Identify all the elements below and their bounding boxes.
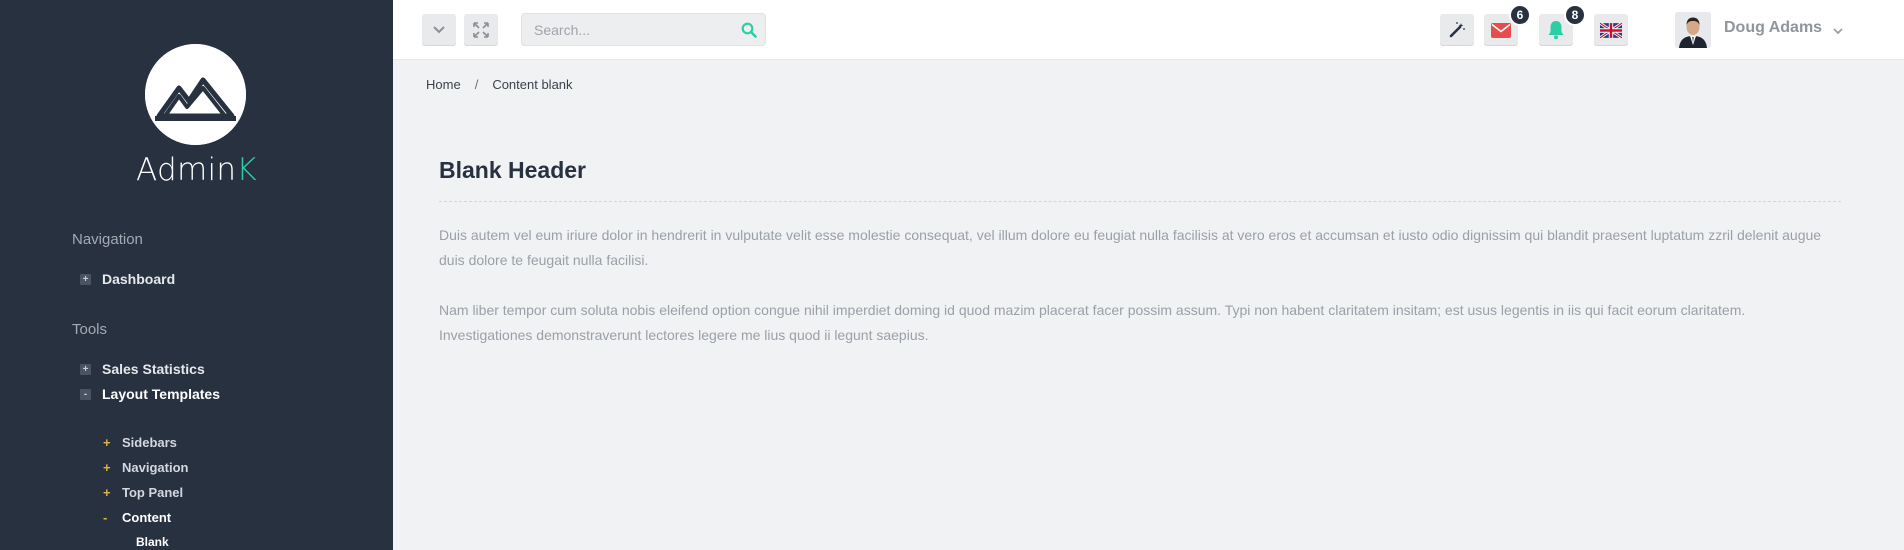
notifications-button[interactable]: 8 (1539, 4, 1586, 46)
search-icon[interactable] (741, 22, 757, 43)
sidebar-subitem-top-panel[interactable]: + Top Panel (103, 485, 183, 500)
user-name[interactable]: Doug Adams (1724, 19, 1822, 37)
collapse-icon: - (80, 388, 91, 400)
sidebar-subsubitem-blank[interactable]: Blank (136, 535, 169, 549)
sidebar-item-layout-templates[interactable]: - Layout Templates (80, 386, 220, 402)
chevron-down-icon (1833, 28, 1843, 35)
avatar[interactable] (1675, 12, 1711, 48)
search-input[interactable] (522, 14, 732, 45)
fullscreen-icon (473, 22, 489, 38)
title-divider (439, 201, 1841, 202)
theme-wand-button[interactable] (1440, 14, 1474, 46)
sidebar-item-label: Dashboard (102, 271, 176, 287)
sidebar-item-label: Layout Templates (102, 386, 220, 402)
mountain-logo-icon (145, 44, 246, 145)
search-box (521, 13, 766, 46)
sidebar-subitem-navigation[interactable]: + Navigation (103, 460, 188, 475)
expand-icon: + (103, 460, 111, 475)
magic-wand-icon (1449, 22, 1465, 38)
user-menu-caret[interactable] (1833, 22, 1843, 40)
brand-accent: K (236, 152, 257, 188)
expand-icon: + (103, 485, 111, 500)
section-title-tools: Tools (72, 321, 108, 338)
brand-name: AdminK (0, 152, 393, 188)
logo[interactable] (145, 44, 246, 145)
content-paragraph: Duis autem vel eum iriure dolor in hendr… (439, 227, 1822, 268)
sidebar-subitem-label: Top Panel (122, 485, 184, 500)
section-title-navigation: Navigation (72, 231, 143, 248)
page-title: Blank Header (439, 157, 587, 183)
sidebar: AdminK Navigation + Dashboard Tools + Sa… (0, 0, 393, 550)
user-avatar-icon (1675, 12, 1711, 48)
breadcrumb-home-link[interactable]: Home (426, 77, 461, 92)
expand-icon: + (103, 435, 111, 450)
messages-count-badge: 6 (1509, 4, 1531, 26)
envelope-icon (1491, 22, 1511, 38)
sidebar-item-label: Sales Statistics (102, 361, 205, 377)
expand-icon: + (80, 363, 91, 375)
brand-main: Admin (136, 152, 237, 188)
sidebar-subitem-content[interactable]: - Content (103, 510, 171, 525)
expand-icon: + (80, 273, 91, 285)
breadcrumb-current: Content blank (492, 77, 573, 92)
breadcrumb: Home / Content blank (426, 77, 573, 92)
bell-icon (1548, 21, 1564, 40)
messages-button[interactable]: 6 (1484, 4, 1531, 46)
sidebar-subitem-label: Content (122, 510, 172, 525)
fullscreen-button[interactable] (464, 14, 498, 46)
sidebar-subitem-sidebars[interactable]: + Sidebars (103, 435, 177, 450)
sidebar-item-dashboard[interactable]: + Dashboard (80, 271, 175, 287)
chevron-down-icon (433, 26, 445, 34)
breadcrumb-separator: / (474, 77, 479, 92)
language-button[interactable] (1594, 14, 1628, 46)
collapse-sidebar-button[interactable] (422, 14, 456, 46)
sidebar-subitem-label: Sidebars (122, 435, 177, 450)
notifications-count-badge: 8 (1564, 4, 1586, 26)
top-bar: 6 8 Doug Adams (393, 0, 1904, 60)
content-paragraph: Nam liber tempor cum soluta nobis eleife… (439, 302, 1746, 343)
sidebar-subitem-label: Navigation (122, 460, 189, 475)
collapse-icon: - (103, 510, 108, 525)
sidebar-item-sales-statistics[interactable]: + Sales Statistics (80, 361, 205, 377)
uk-flag-icon (1600, 22, 1622, 38)
